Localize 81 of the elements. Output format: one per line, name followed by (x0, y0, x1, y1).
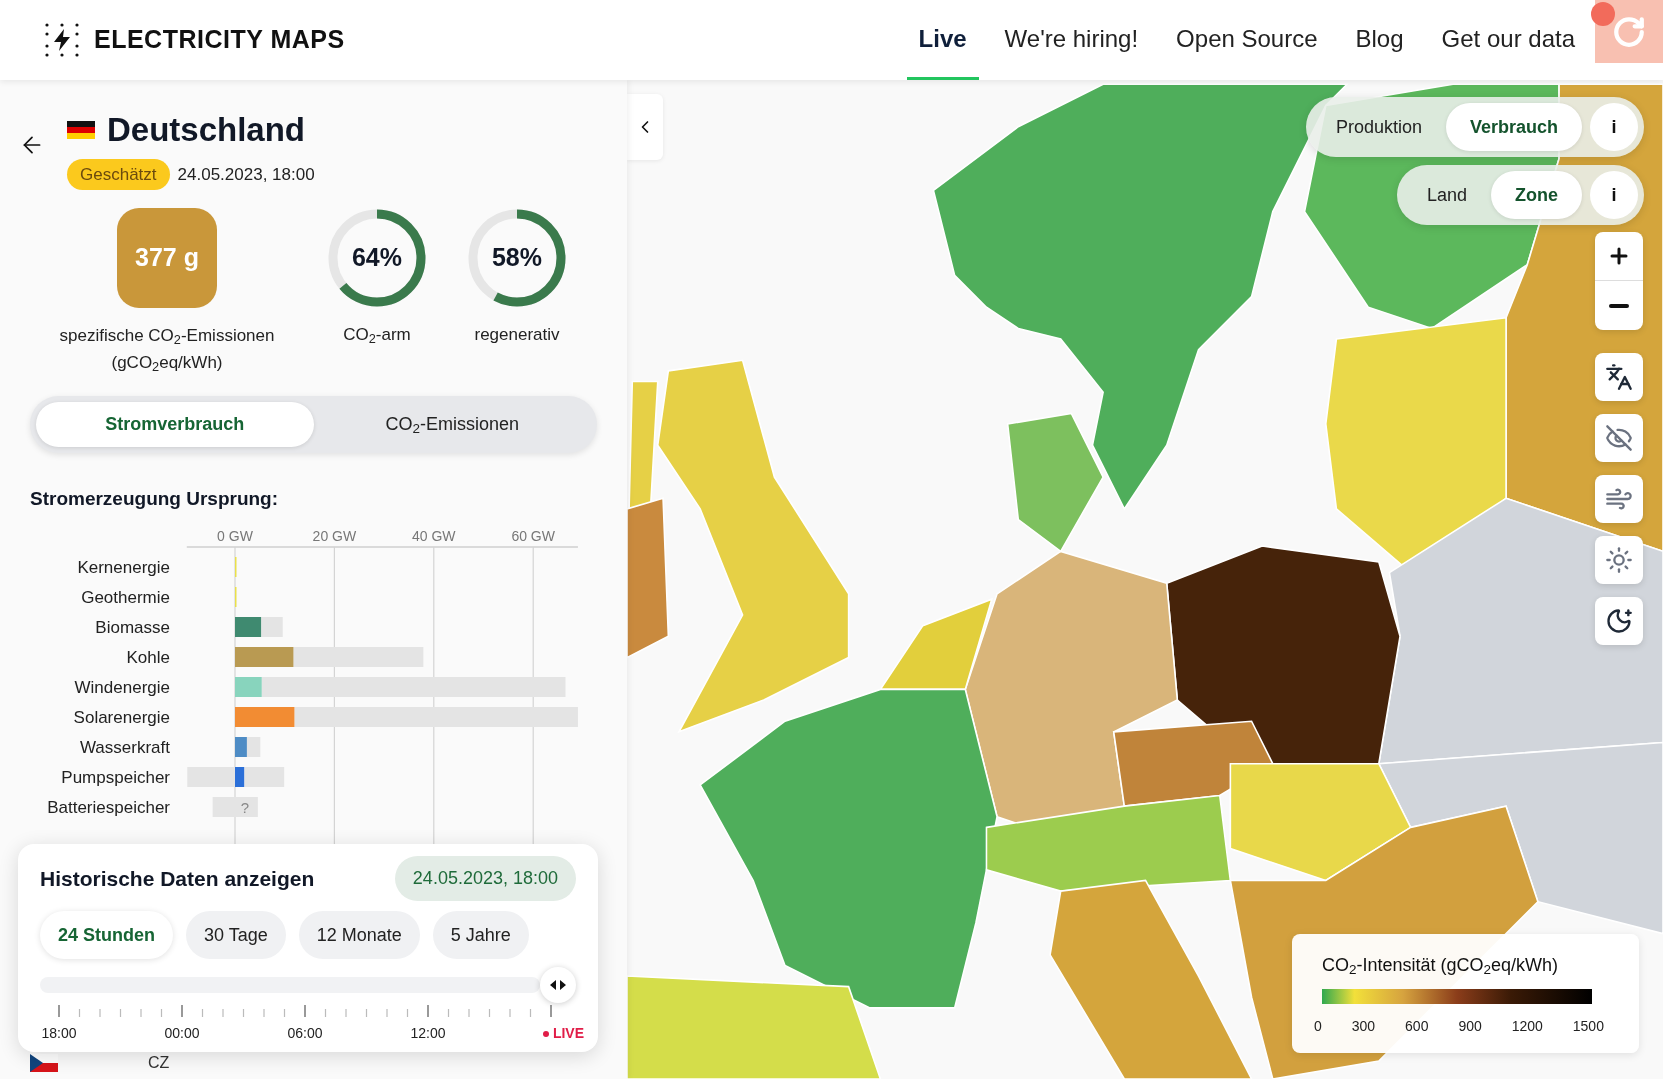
history-title: Historische Daten anzeigen (40, 865, 315, 892)
production-bar (235, 706, 295, 727)
range-tab[interactable]: 30 Tage (186, 911, 286, 959)
range-tab[interactable]: 5 Jahre (432, 911, 529, 959)
estimated-badge: Geschätzt (67, 158, 170, 190)
flag-icon (30, 1054, 58, 1072)
zone-title: Deutschland (107, 110, 306, 150)
toggle-option[interactable]: Land (1402, 171, 1491, 219)
range-tab[interactable]: 24 Stunden (40, 911, 173, 959)
nav-link[interactable]: We're hiring! (992, 0, 1151, 80)
info-button[interactable]: i (1590, 103, 1638, 151)
logo-text: ELECTRICITY MAPS (94, 24, 345, 56)
left-right-arrows-icon (550, 980, 566, 990)
solar-button[interactable] (1595, 536, 1643, 584)
toggle-option[interactable]: Produktion (1311, 103, 1446, 151)
nav-link[interactable]: Get our data (1429, 0, 1587, 80)
legend-title: CO$_{2}$-Intensität (gCO$_{2}$eq/kWh) (1322, 954, 1560, 979)
nav-link[interactable]: Open Source (1164, 0, 1330, 80)
percent-value: 64% (351, 242, 402, 274)
flag-icon (67, 120, 95, 139)
intensity-value: 377 g (135, 242, 199, 274)
category-label: Pumpspeicher (61, 767, 170, 787)
production-bar (235, 766, 245, 787)
eye-off-icon (1605, 424, 1633, 452)
time-label: 18:00 (40, 1024, 78, 1043)
category-label: Batteriespeicher (47, 797, 170, 817)
percent-value: 58% (491, 242, 542, 274)
toggle-option[interactable]: Zone (1491, 171, 1582, 219)
wind-button[interactable] (1595, 475, 1643, 523)
slider-handle[interactable] (540, 967, 576, 1003)
timestamp: 24.05.2023, 18:00 (177, 163, 315, 186)
metric-label: spezifische CO$_{2}$-Emissionen (gCO$_{2}$eq/kWh) (58, 325, 276, 376)
legend-tick: 0 (1314, 1017, 1322, 1036)
capacity-bar (187, 766, 235, 787)
time-label: 00:00 (163, 1024, 201, 1043)
category-label: Biomasse (95, 617, 170, 637)
axis-label: 40 GW (412, 527, 456, 544)
production-bar (235, 646, 294, 667)
nav-link[interactable]: Blog (1343, 0, 1416, 80)
moon-icon (1605, 607, 1633, 635)
toggle-option[interactable]: Verbrauch (1445, 103, 1582, 151)
info-button[interactable]: i (1590, 171, 1638, 219)
zone-code: CZ (148, 1053, 170, 1073)
production-bar (235, 736, 247, 757)
metric-label: CO$_{2}$-arm (343, 324, 411, 348)
mode-tab[interactable]: Stromverbrauch (36, 402, 314, 447)
time-label: 12:00 (409, 1024, 447, 1043)
visibility-button[interactable] (1595, 414, 1643, 462)
category-label: Kohle (126, 647, 170, 667)
dark-mode-button[interactable] (1595, 597, 1643, 645)
section-title: Stromerzeugung Ursprung: (30, 487, 280, 511)
unknown-value-label: ? (240, 798, 250, 816)
legend-tick: 1200 (1511, 1017, 1543, 1036)
minus-icon (1609, 303, 1629, 308)
time-label: 06:00 (286, 1024, 324, 1043)
category-label: Geothermie (81, 587, 170, 607)
selected-datetime: 24.05.2023, 18:00 (394, 856, 576, 901)
language-button[interactable] (1595, 353, 1643, 401)
legend-tick: 300 (1351, 1017, 1376, 1036)
category-label: Solarenergie (73, 707, 170, 727)
reload-icon (1612, 14, 1646, 49)
capacity-bar (244, 766, 285, 787)
live-label: LIVE (552, 1024, 584, 1043)
category-label: Windenergie (74, 677, 170, 697)
production-bar (235, 676, 262, 697)
legend-tick: 900 (1458, 1017, 1482, 1036)
category-label: Wasserkraft (79, 737, 170, 757)
legend-tick: 1500 (1572, 1017, 1604, 1036)
axis-label: 0 GW (217, 527, 253, 544)
category-label: Kernenergie (77, 557, 170, 577)
translate-icon (1605, 363, 1633, 391)
axis-label: 60 GW (511, 527, 555, 544)
sun-icon (1605, 546, 1633, 574)
production-bar (235, 616, 262, 637)
capacity-bar (261, 616, 283, 637)
mode-tab[interactable]: CO$_{2}$-Emissionen (313, 402, 591, 447)
range-tab[interactable]: 12 Monate (298, 911, 420, 959)
metric-label: regenerativ (474, 324, 560, 346)
axis-label: 20 GW (312, 527, 357, 544)
legend-tick: 600 (1405, 1017, 1429, 1036)
logo-icon (44, 22, 80, 58)
